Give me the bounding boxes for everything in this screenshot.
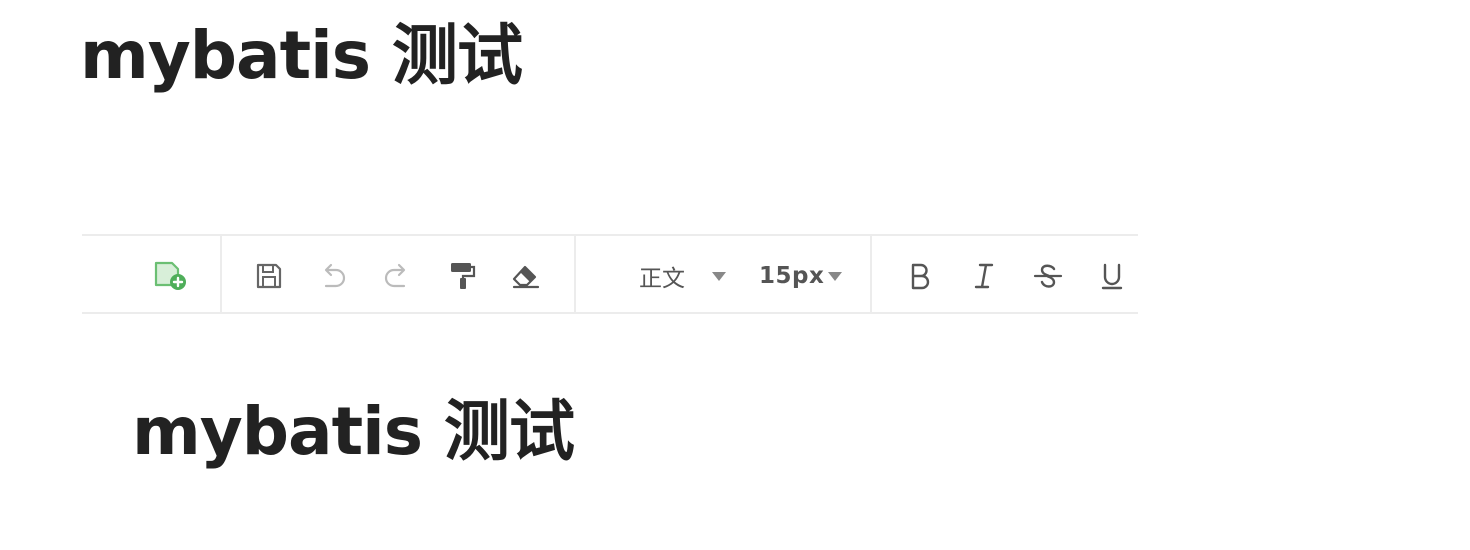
redo-button[interactable]	[379, 258, 415, 294]
strikethrough-button[interactable]	[1030, 258, 1066, 294]
toolbar-divider	[220, 236, 222, 312]
undo-button[interactable]	[315, 258, 351, 294]
paragraph-style-value: 正文	[639, 266, 685, 292]
save-icon	[255, 262, 283, 290]
page-title: mybatis 测试	[80, 17, 523, 94]
paragraph-style-dropdown[interactable]: 正文	[639, 258, 726, 294]
insert-page-button[interactable]	[153, 258, 189, 294]
bold-button[interactable]	[902, 258, 938, 294]
toolbar-divider	[870, 236, 872, 312]
editor-heading[interactable]: mybatis 测试	[132, 390, 575, 474]
undo-icon	[318, 262, 348, 290]
strikethrough-icon	[1033, 262, 1063, 290]
italic-button[interactable]	[966, 258, 1002, 294]
font-size-value: 15px	[759, 263, 825, 289]
editor-toolbar: 正文 15px	[82, 234, 1138, 314]
italic-icon	[971, 262, 997, 290]
save-button[interactable]	[251, 258, 287, 294]
clear-format-button[interactable]	[508, 258, 544, 294]
font-size-dropdown[interactable]: 15px	[759, 258, 843, 294]
chevron-down-icon	[712, 271, 726, 281]
eraser-icon	[511, 262, 541, 290]
paint-roller-icon	[448, 261, 476, 291]
bold-icon	[907, 262, 933, 290]
redo-icon	[382, 262, 412, 290]
underline-button[interactable]	[1094, 258, 1130, 294]
page-add-icon	[153, 260, 189, 292]
chevron-down-icon	[828, 271, 843, 281]
format-painter-button[interactable]	[444, 258, 480, 294]
underline-icon	[1099, 262, 1125, 290]
toolbar-divider	[574, 236, 576, 312]
